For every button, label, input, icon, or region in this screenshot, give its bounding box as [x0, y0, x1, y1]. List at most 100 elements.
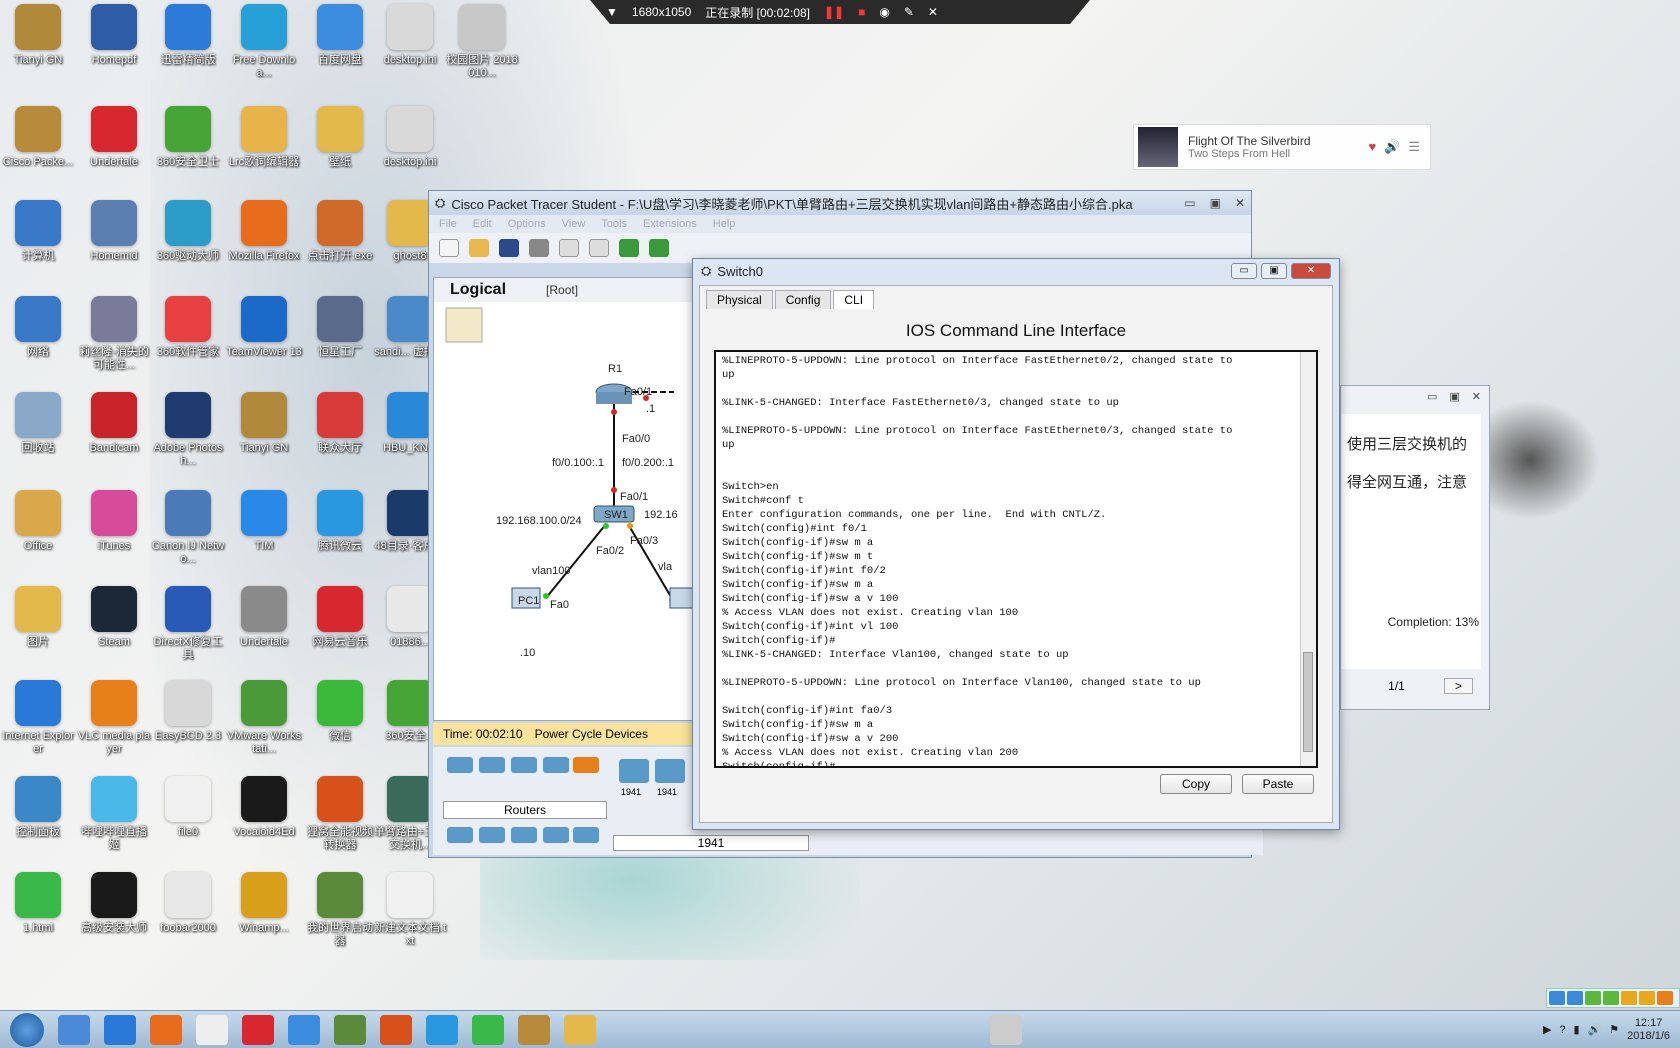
dropdown-icon[interactable]: ▼ — [606, 5, 618, 19]
desktop-icon[interactable]: iTunes — [76, 490, 152, 586]
tb-foobar-icon[interactable] — [196, 1014, 228, 1045]
menu-options[interactable]: Options — [508, 218, 546, 230]
desktop-icon[interactable]: 网易云音乐 — [302, 586, 378, 682]
desktop-icon[interactable]: VLC media player — [76, 680, 152, 776]
desktop-icon[interactable]: 360安全卫士 — [150, 106, 226, 202]
copy-icon[interactable] — [589, 239, 609, 257]
pause-icon[interactable]: ❚❚ — [824, 5, 844, 19]
hubs-category-icon[interactable] — [511, 757, 537, 773]
pt-titlebar[interactable]: ⛭ Cisco Packet Tracer Student - F:\U盘\学习… — [429, 191, 1251, 215]
tab-cli[interactable]: CLI — [833, 290, 875, 309]
minimize-icon[interactable]: ▭ — [1231, 263, 1257, 279]
ime-tools-icon[interactable] — [1657, 991, 1673, 1005]
redo-icon[interactable] — [649, 239, 669, 257]
wizard-icon[interactable] — [559, 239, 579, 257]
desktop-icon[interactable]: 迅雷精简版 — [150, 4, 226, 100]
desktop-icon[interactable]: Internet Explorer — [0, 680, 76, 776]
custom-icon[interactable] — [543, 827, 569, 843]
cluster-icon[interactable] — [445, 307, 483, 343]
desktop-icon[interactable]: Bandicam — [76, 392, 152, 488]
playlist-icon[interactable]: ☰ — [1408, 139, 1420, 155]
tray-app-icon[interactable]: ▶ — [1543, 1023, 1551, 1036]
desktop-icon[interactable]: 图片 — [0, 586, 76, 682]
menu-tools[interactable]: Tools — [601, 218, 627, 230]
ime-lang-icon[interactable] — [1567, 991, 1583, 1005]
maximize-icon[interactable]: ▣ — [1210, 196, 1221, 210]
desktop-icon[interactable]: Homepdf — [76, 4, 152, 100]
desktop-icon[interactable]: 腾讯微云 — [302, 490, 378, 586]
logical-workspace[interactable]: Logical [Root] R1 Fa0/1 .1 Fa0/0 f0/0.10… — [433, 277, 694, 721]
menu-view[interactable]: View — [562, 218, 586, 230]
tab-config[interactable]: Config — [774, 290, 832, 309]
desktop-icon[interactable]: 新建文本文档.txt — [372, 872, 448, 968]
desktop-icon[interactable]: Undertale — [76, 106, 152, 202]
connections-category-icon[interactable] — [573, 757, 599, 773]
wan-emu-icon[interactable] — [511, 827, 537, 843]
save-icon[interactable] — [499, 239, 519, 257]
desktop-icon[interactable]: file0 — [150, 776, 226, 872]
tb-explorer-icon[interactable] — [564, 1014, 596, 1045]
start-button[interactable] — [10, 1012, 44, 1047]
switch0-titlebar[interactable]: ⛭ Switch0 ▭ ▣ ✕ — [693, 259, 1339, 283]
tb-video-icon[interactable] — [380, 1014, 412, 1045]
desktop-icon[interactable]: 狸窝全能视频转换器 — [302, 776, 378, 872]
tb-360-icon[interactable] — [58, 1014, 90, 1045]
desktop-icon[interactable]: 校园图片 2018010... — [444, 4, 520, 100]
volume-icon[interactable]: 🔊 — [1588, 1023, 1602, 1036]
volume-icon[interactable]: 🔊 — [1384, 139, 1400, 155]
camera-icon[interactable]: ◉ — [879, 5, 889, 19]
desktop-icon[interactable]: Vocaloid4Ed — [226, 776, 302, 872]
pc2-icon[interactable] — [669, 587, 694, 609]
maximize-icon[interactable]: ▣ — [1449, 390, 1459, 406]
desktop-icon[interactable]: Canon IJ Netwo... — [150, 490, 226, 586]
desktop-icon[interactable]: Cisco Packe... — [0, 106, 76, 202]
desktop-icon[interactable]: TIM — [226, 490, 302, 586]
close-icon[interactable]: ✕ — [928, 5, 938, 19]
wireless-category-icon[interactable] — [543, 757, 569, 773]
tab-physical[interactable]: Physical — [706, 290, 773, 309]
desktop-icon[interactable]: 微信 — [302, 680, 378, 776]
ime-punct-icon[interactable] — [1603, 991, 1619, 1005]
desktop-icon[interactable]: desktop.ini — [372, 4, 448, 100]
routers-category-icon[interactable] — [447, 757, 473, 773]
desktop-icon[interactable]: Mozilla Firefox — [226, 200, 302, 296]
help-icon[interactable]: ? — [1559, 1024, 1565, 1036]
print-icon[interactable] — [529, 239, 549, 257]
desktop-icon[interactable]: VMware Workstati... — [226, 680, 302, 776]
security-icon[interactable] — [479, 827, 505, 843]
scrollbar-thumb[interactable] — [1303, 652, 1313, 752]
pen-icon[interactable]: ✎ — [904, 5, 914, 19]
desktop-icon[interactable]: 我的世界启动器 — [302, 872, 378, 968]
maximize-icon[interactable]: ▣ — [1261, 263, 1287, 279]
new-file-icon[interactable] — [439, 239, 459, 257]
minimize-icon[interactable]: ▭ — [1427, 390, 1437, 406]
ime-logo-icon[interactable] — [1549, 991, 1565, 1005]
desktop-icon[interactable]: TeamViewer 13 — [226, 296, 302, 392]
tb-ie-icon[interactable] — [104, 1014, 136, 1045]
multiuser-icon[interactable] — [573, 827, 599, 843]
desktop-icon[interactable]: 壁纸 — [302, 106, 378, 202]
minimize-icon[interactable]: ▭ — [1184, 196, 1195, 210]
switches-category-icon[interactable] — [479, 757, 505, 773]
desktop-icon[interactable]: Lrc歌词编辑器 — [226, 106, 302, 202]
desktop-icon[interactable]: DirectX修复工具 — [150, 586, 226, 682]
power-cycle-button[interactable]: Power Cycle Devices — [535, 727, 648, 741]
flag-icon[interactable]: ⚑ — [1609, 1023, 1619, 1036]
desktop-icon[interactable]: 计算机 — [0, 200, 76, 296]
menu-extensions[interactable]: Extensions — [643, 218, 697, 230]
tb-minecraft-icon[interactable] — [334, 1014, 366, 1045]
open-folder-icon[interactable] — [469, 239, 489, 257]
menu-edit[interactable]: Edit — [473, 218, 492, 230]
ime-skin-icon[interactable] — [1621, 991, 1637, 1005]
desktop-icon[interactable]: Undertale — [226, 586, 302, 682]
stop-icon[interactable]: ■ — [858, 5, 865, 19]
desktop-icon[interactable]: 回收站 — [0, 392, 76, 488]
tb-weiyun-icon[interactable] — [426, 1014, 458, 1045]
desktop-icon[interactable]: 控制面板 — [0, 776, 76, 872]
tb-packet-tracer-icon[interactable] — [518, 1014, 550, 1045]
undo-icon[interactable] — [619, 239, 639, 257]
desktop-icon[interactable]: Free Downloa... — [226, 4, 302, 100]
desktop-icon[interactable]: 恒星工厂 — [302, 296, 378, 392]
desktop-icon[interactable]: Tianyi GN — [0, 4, 76, 100]
desktop-icon[interactable]: Office — [0, 490, 76, 586]
